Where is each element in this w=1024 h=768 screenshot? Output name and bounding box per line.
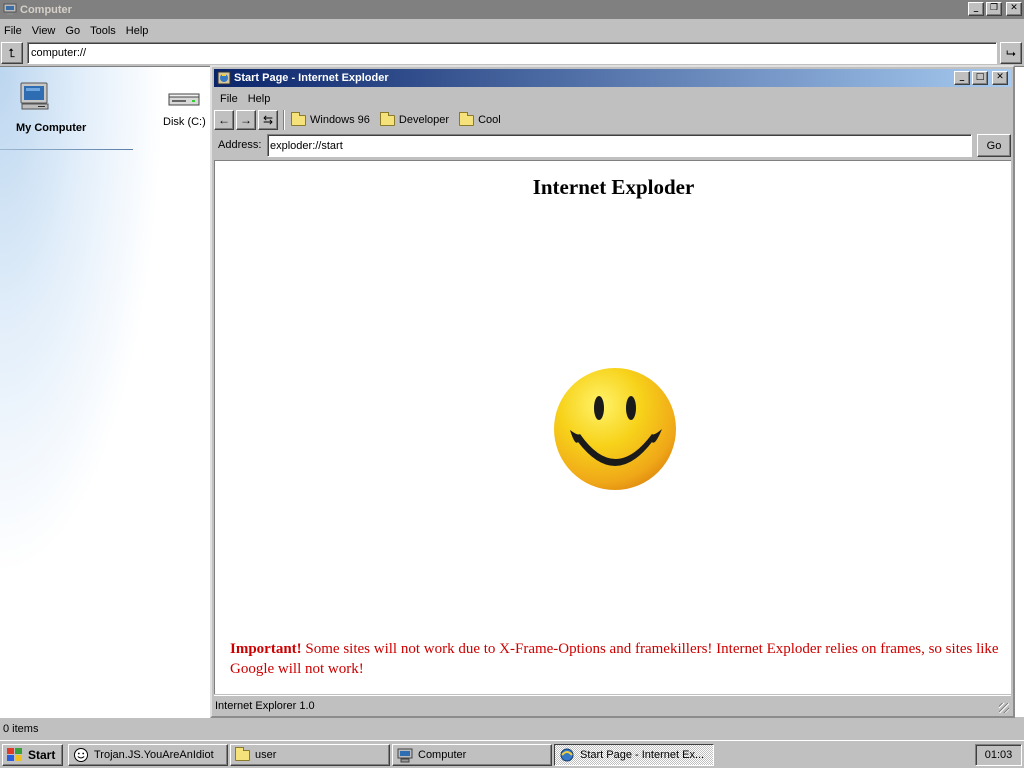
ie-menubar: File Help	[216, 90, 276, 108]
windows-logo-icon	[6, 747, 24, 763]
smiley-face-icon	[552, 366, 678, 495]
favorite-cool[interactable]: Cool	[459, 111, 501, 126]
disk-c-label: Disk (C:)	[163, 116, 206, 128]
ie-statusbar: Internet Explorer 1.0	[214, 695, 1011, 715]
page-heading: Internet Exploder	[532, 175, 695, 199]
ie-address-input[interactable]: exploder://start	[267, 134, 972, 157]
computer-icon	[397, 748, 413, 763]
outer-menubar: File View Go Tools Help	[0, 21, 154, 40]
up-folder-button[interactable]: ⮤	[1, 42, 23, 64]
ie-go-button[interactable]: Go	[977, 134, 1011, 157]
outer-window-titlebar[interactable]: Computer _ ❐ ✕	[0, 0, 1024, 19]
task-label: user	[255, 749, 277, 761]
folder-icon	[291, 111, 306, 126]
minimize-button[interactable]: _	[968, 2, 984, 16]
taskbar: Start Trojan.JS.YouAreAnIdiot user Compu…	[0, 740, 1024, 768]
outer-statusbar: 0 items	[0, 719, 1024, 739]
menu-file[interactable]: File	[0, 25, 28, 37]
sidebar-divider	[0, 149, 133, 150]
important-notice: Important! Some sites will not work due …	[230, 639, 1000, 679]
up-arrow-icon: ⮤	[8, 45, 16, 60]
ie-icon	[559, 747, 575, 763]
outer-window-title: Computer	[20, 3, 72, 16]
restore-button[interactable]: ❐	[986, 2, 1002, 16]
back-arrow-icon: ←	[218, 113, 230, 127]
outer-address-bar: ⮤ computer:// ⮡	[0, 41, 1024, 65]
start-label: Start	[28, 748, 56, 762]
ie-title: Start Page - Internet Exploder	[234, 72, 389, 84]
folder-icon	[235, 746, 250, 761]
outer-go-button[interactable]: ⮡	[1000, 42, 1022, 64]
computer-icon	[3, 3, 17, 17]
folder-icon	[379, 111, 395, 126]
close-button[interactable]: ✕	[1006, 2, 1022, 16]
task-computer[interactable]: Computer	[392, 744, 552, 766]
ie-minimize-button[interactable]: _	[954, 71, 970, 85]
hard-disk-icon	[168, 91, 200, 110]
forward-arrow-icon: →	[240, 113, 252, 127]
forward-button[interactable]: →	[236, 110, 256, 130]
menu-help[interactable]: Help	[122, 25, 155, 37]
disk-c-item[interactable]: Disk (C:)	[163, 91, 206, 128]
favorite-label: Developer	[398, 114, 450, 126]
notice-text: Some sites will not work due to X-Frame-…	[230, 641, 999, 677]
refresh-icon: ⇆	[262, 113, 274, 127]
notice-bold-label: Important!	[230, 641, 302, 657]
computer-icon	[18, 81, 52, 116]
outer-address-input[interactable]: computer://	[27, 42, 997, 64]
task-label: Computer	[418, 749, 467, 761]
sidebar: My Computer Disk (C:)	[0, 67, 210, 718]
ie-menu-help[interactable]: Help	[244, 93, 277, 105]
address-label: Address:	[218, 139, 262, 151]
favorite-windows-96[interactable]: Windows 96	[291, 111, 370, 126]
start-button[interactable]: Start	[2, 744, 63, 766]
ie-close-button[interactable]: ✕	[992, 71, 1008, 85]
task-ie-start-page[interactable]: Start Page - Internet Ex...	[554, 744, 714, 766]
favorite-label: Cool	[478, 114, 501, 126]
task-label: Trojan.JS.YouAreAnIdiot	[94, 749, 214, 761]
item-count: 0 items	[3, 723, 39, 735]
menu-go[interactable]: Go	[61, 25, 86, 37]
go-arrow-icon: ⮡	[1006, 45, 1016, 60]
sidebar-title: My Computer	[16, 122, 87, 134]
task-trojan[interactable]: Trojan.JS.YouAreAnIdiot	[68, 744, 228, 766]
ie-address-bar: Address: exploder://start Go	[212, 133, 1013, 159]
toolbar-separator	[283, 110, 285, 130]
back-button[interactable]: ←	[214, 110, 234, 130]
menu-view[interactable]: View	[28, 25, 62, 37]
menu-tools[interactable]: Tools	[86, 25, 122, 37]
internet-exploder-window: Start Page - Internet Exploder _ □ ✕ Fil…	[210, 65, 1015, 718]
favorite-developer[interactable]: Developer	[379, 111, 450, 126]
task-label: Start Page - Internet Ex...	[580, 749, 705, 761]
ie-titlebar[interactable]: Start Page - Internet Exploder _ □ ✕	[214, 69, 1011, 87]
refresh-button[interactable]: ⇆	[258, 110, 278, 130]
ie-icon	[217, 71, 231, 85]
ie-maximize-button[interactable]: □	[972, 71, 988, 85]
smiley-icon	[73, 747, 89, 763]
folder-icon	[459, 111, 475, 126]
ie-menu-file[interactable]: File	[216, 93, 244, 105]
ie-toolbar: ← → ⇆ Windows 96 Developer Cool	[212, 108, 1013, 132]
task-user[interactable]: user	[230, 744, 390, 766]
resize-grip[interactable]	[999, 703, 1009, 713]
system-clock: 01:03	[975, 744, 1022, 766]
sidebar-header: My Computer	[14, 81, 86, 134]
favorite-label: Windows 96	[310, 114, 370, 126]
ie-status-text: Internet Explorer 1.0	[215, 699, 315, 712]
ie-page-content: Internet Exploder Important! Some sites …	[214, 160, 1011, 694]
